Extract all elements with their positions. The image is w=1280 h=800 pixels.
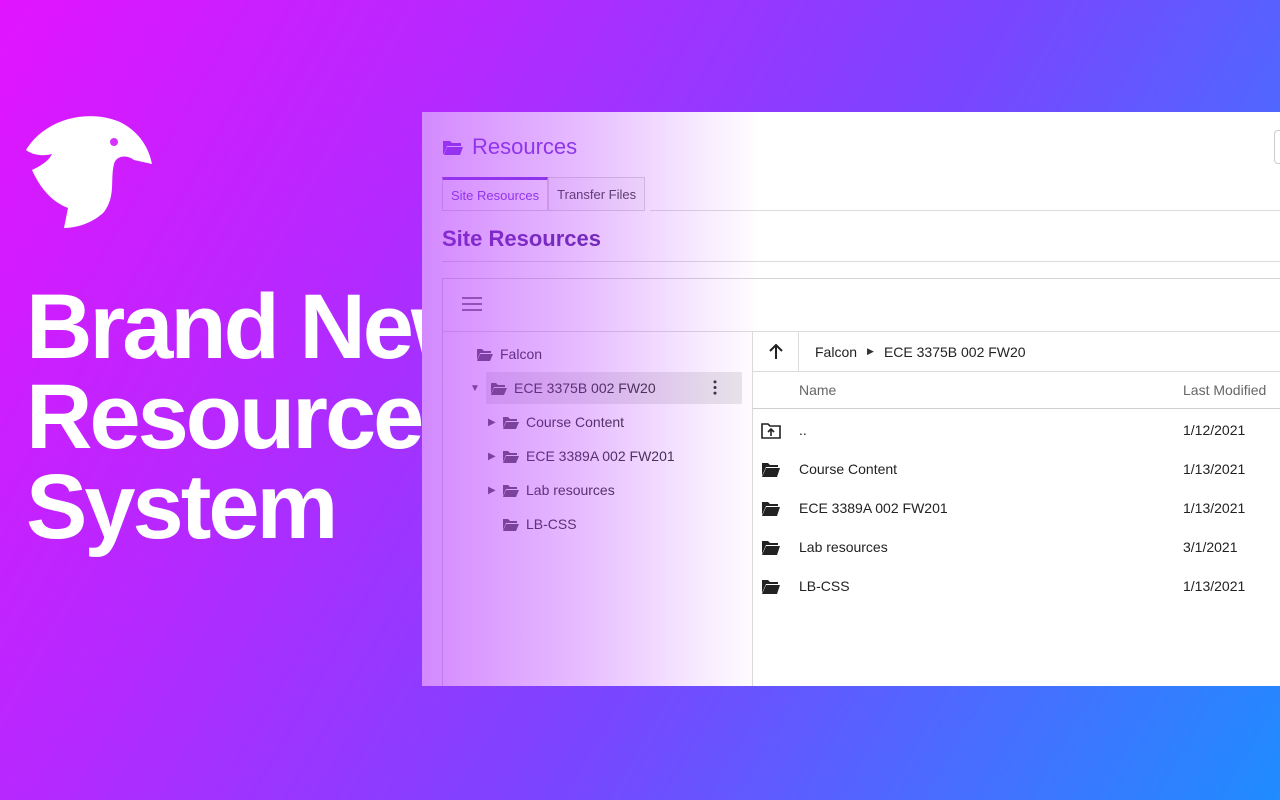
row-modified: 3/1/2021	[1183, 539, 1238, 555]
tree-item-label: ECE 3375B 002 FW20	[514, 380, 656, 396]
row-modified: 1/12/2021	[1183, 422, 1246, 438]
folder-open-icon	[503, 416, 519, 429]
tree-item-label: LB-CSS	[526, 516, 577, 532]
breadcrumb: Falcon ▶ ECE 3375B 002 FW20	[753, 331, 1280, 372]
table-row[interactable]: Course Content 1/13/2021	[753, 449, 1280, 488]
folder-open-icon	[503, 484, 519, 497]
tree-item-lb-css[interactable]: LB-CSS	[502, 508, 738, 540]
row-name: ECE 3389A 002 FW201	[799, 500, 948, 516]
folder-icon	[762, 541, 780, 555]
breadcrumb-item[interactable]: Falcon	[815, 344, 857, 360]
caret-right-icon[interactable]: ▶	[488, 417, 502, 428]
resources-app-window: Resources Site Resources Transfer Files …	[422, 112, 1280, 686]
row-modified: 1/13/2021	[1183, 461, 1246, 477]
chevron-right-icon: ▶	[867, 346, 874, 356]
folder-icon	[762, 580, 780, 594]
tree-item-label: Course Content	[526, 414, 625, 430]
row-name: Course Content	[799, 461, 898, 477]
column-header-modified[interactable]: Last Modified	[1183, 382, 1266, 398]
arrow-up-icon	[768, 343, 783, 359]
row-modified: 1/13/2021	[1183, 500, 1246, 516]
section-divider	[442, 261, 1280, 262]
navigate-up-button[interactable]	[753, 331, 799, 372]
caret-down-icon[interactable]: ▼	[470, 383, 490, 394]
tab-bar: Site Resources Transfer Files	[442, 177, 646, 211]
table-row[interactable]: .. 1/12/2021	[753, 410, 1280, 449]
caret-right-icon[interactable]: ▶	[488, 451, 502, 462]
row-name: ..	[799, 422, 807, 438]
tab-transfer-files[interactable]: Transfer Files	[548, 177, 646, 211]
folder-icon	[762, 463, 780, 477]
table-row[interactable]: Lab resources 3/1/2021	[753, 527, 1280, 566]
folder-open-icon	[503, 450, 519, 463]
row-modified: 1/13/2021	[1183, 578, 1246, 594]
table-row[interactable]: ECE 3389A 002 FW201 1/13/2021	[753, 488, 1280, 527]
breadcrumb-item[interactable]: ECE 3375B 002 FW20	[884, 344, 1026, 360]
tree-item-label: ECE 3389A 002 FW201	[526, 448, 675, 464]
tree-item-root[interactable]: Falcon	[476, 338, 746, 370]
tree-item-label: Lab resources	[526, 482, 615, 498]
window-control[interactable]	[1274, 130, 1280, 164]
eagle-logo-icon	[26, 116, 152, 228]
row-name: LB-CSS	[799, 578, 850, 594]
section-title: Site Resources	[442, 226, 601, 251]
tree-item-ece-3389a[interactable]: ▶ ECE 3389A 002 FW201	[488, 440, 738, 472]
table-row[interactable]: LB-CSS 1/13/2021	[753, 566, 1280, 605]
hamburger-menu-icon[interactable]	[462, 296, 482, 312]
tab-site-resources[interactable]: Site Resources	[442, 177, 549, 211]
tree-item-course-content[interactable]: ▶ Course Content	[488, 406, 738, 438]
tree-item-label: Falcon	[500, 346, 543, 362]
row-name: Lab resources	[799, 539, 888, 555]
file-list: Falcon ▶ ECE 3375B 002 FW20 Name Last Mo…	[753, 331, 1280, 686]
tabs-divider	[650, 210, 1280, 211]
folder-open-icon	[491, 382, 507, 395]
folder-open-icon	[477, 348, 493, 361]
folder-open-icon	[503, 518, 519, 531]
column-header-name[interactable]: Name	[799, 382, 836, 398]
list-header: Name Last Modified	[753, 372, 1280, 409]
folder-up-icon	[761, 423, 781, 439]
folder-open-icon	[443, 141, 463, 155]
folder-icon	[762, 502, 780, 516]
caret-right-icon[interactable]: ▶	[488, 485, 502, 496]
app-title: Resources	[442, 134, 577, 160]
tree-item-lab-resources[interactable]: ▶ Lab resources	[488, 474, 738, 506]
kebab-menu-icon[interactable]	[706, 380, 724, 395]
tree-item-selected[interactable]: ▼ ECE 3375B 002 FW20	[470, 372, 742, 404]
app-title-text: Resources	[472, 134, 578, 159]
